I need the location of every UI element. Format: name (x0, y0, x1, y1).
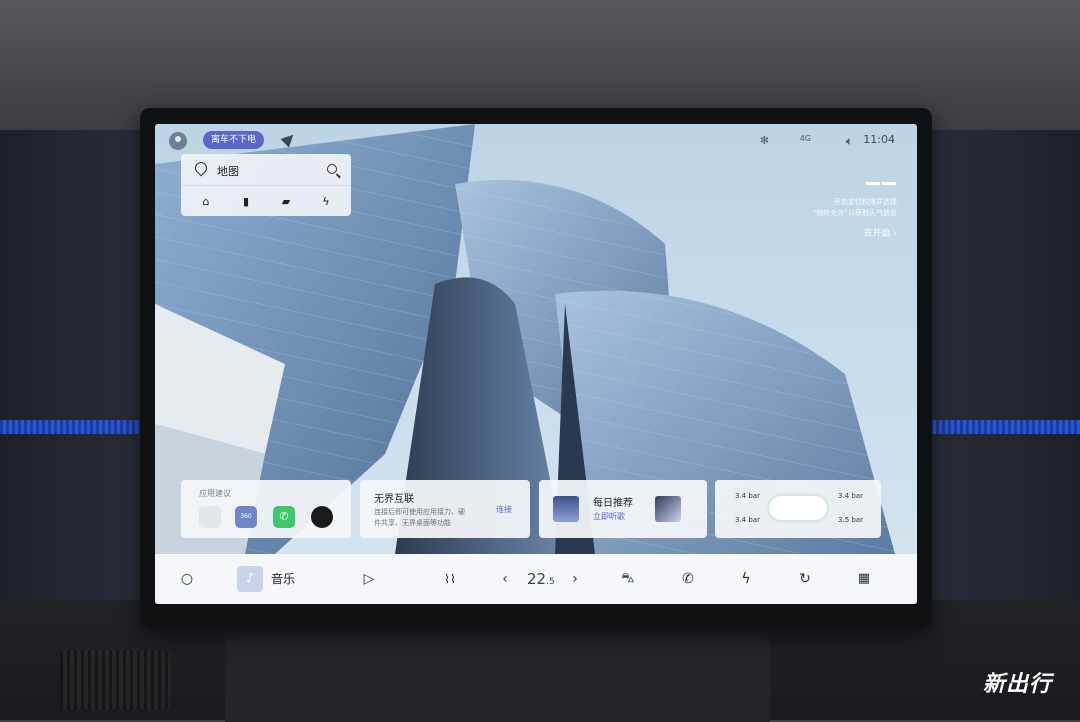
charging-icon[interactable]: ϟ (317, 194, 335, 210)
artist-thumbnail (655, 496, 681, 522)
video-call-icon[interactable]: 360 (235, 506, 257, 528)
connect-desc-line1: 连接后即可使用应用接力、硬 (374, 508, 465, 516)
home-icon[interactable]: ⌂ (197, 194, 215, 210)
tire-pressure-card[interactable]: 3.4 bar 3.4 bar 3.4 bar 3.5 bar (715, 480, 881, 538)
clock: 11:04 (863, 133, 895, 146)
phone-app-icon[interactable]: ✆ (273, 506, 295, 528)
temp-down-button[interactable]: ‹ (497, 554, 513, 604)
center-console (225, 632, 770, 722)
music-recommend-card[interactable]: 每日推荐 立即听歌 (539, 480, 707, 538)
watermark-logo: 新出行 (982, 672, 1052, 697)
temperature-main: 22 (527, 570, 547, 588)
connect-title: 无界互联 (374, 494, 414, 505)
ambient-light-left (0, 420, 140, 434)
weather-hint-line2: “始终允许”以获取天气信息 (812, 209, 897, 217)
air-vent (60, 650, 170, 710)
weather-widget: 开启定位权限并选择 “始终允许”以获取天气信息 去开启 › (757, 170, 897, 239)
sleep-mode-icon[interactable]: ↻ (793, 554, 817, 604)
ambient-light-right (930, 420, 1080, 434)
user-avatar[interactable] (169, 132, 187, 150)
temperature-decimal: .5 (546, 577, 555, 587)
bluetooth-icon: ✻ (759, 134, 769, 147)
music-app-icon[interactable]: ♪ (237, 566, 263, 592)
car-app-icon[interactable] (199, 506, 221, 528)
weather-hint-line1: 开启定位权限并选择 (834, 198, 897, 206)
play-icon[interactable]: ▷ (359, 554, 379, 604)
dashboard-left (0, 130, 140, 600)
listen-now-link[interactable]: 立即听歌 (593, 511, 625, 522)
search-icon[interactable] (327, 164, 337, 174)
connect-card[interactable]: 无界互联 连接后即可使用应用接力、硬 件共享、无界桌面等功能 连接 (360, 480, 530, 538)
enable-location-link[interactable]: 去开启 › (757, 226, 897, 239)
map-title: 地图 (217, 165, 239, 178)
tire-rear-left: 3.4 bar (735, 516, 760, 524)
app-suggestion-card: 应用建议 360 ✆ (181, 480, 351, 538)
connect-button[interactable]: 连接 (496, 504, 512, 515)
navigation-arrow-icon[interactable] (280, 130, 298, 148)
infotainment-screen: 离车不下电 ✻ 4G 🔈︎ 11:04 地图 ⌂ ▮ ▰ ϟ 开启定位权限并选择… (155, 124, 917, 604)
volume-icon[interactable]: 🔈︎ (846, 134, 853, 149)
mode-pill[interactable]: 离车不下电 (203, 131, 265, 149)
tire-front-left: 3.4 bar (735, 492, 760, 500)
car-control-icon[interactable]: ⛍ (617, 554, 639, 604)
network-icon: 4G (799, 134, 811, 143)
car-top-view-icon (769, 496, 827, 520)
weather-placeholder (757, 170, 897, 189)
app-grid-icon[interactable]: ▦ (853, 554, 875, 604)
connect-desc-line2: 件共享、无界桌面等功能 (374, 519, 451, 527)
home-button-icon[interactable]: ○ (175, 554, 199, 604)
charging-dock-icon[interactable]: ϟ (735, 554, 757, 604)
bottom-dock: ○ ♪ 音乐 ▷ ⌇⌇ ‹ 22.5 › ⛍ ✆ ϟ ↻ ▦ (155, 554, 917, 604)
office-icon[interactable]: ▮ (237, 194, 255, 210)
dashboard-right (930, 130, 1080, 600)
tire-rear-right: 3.5 bar (838, 516, 863, 524)
map-card-divider (181, 185, 351, 186)
music-label[interactable]: 音乐 (271, 554, 295, 604)
temp-up-button[interactable]: › (567, 554, 583, 604)
map-card[interactable]: 地图 ⌂ ▮ ▰ ϟ (181, 154, 351, 216)
temperature-display: 22.5 (527, 554, 555, 604)
music-card-title: 每日推荐 (593, 498, 633, 509)
status-bar: 离车不下电 ✻ 4G 🔈︎ 11:04 (155, 124, 917, 158)
map-icon (192, 159, 210, 177)
tire-front-right: 3.4 bar (838, 492, 863, 500)
album-cover (553, 496, 579, 522)
camera-app-icon[interactable] (311, 506, 333, 528)
favorite-icon[interactable]: ▰ (277, 194, 295, 210)
defrost-icon[interactable]: ⌇⌇ (439, 554, 461, 604)
app-suggestion-title: 应用建议 (199, 489, 231, 498)
phone-icon[interactable]: ✆ (677, 554, 699, 604)
